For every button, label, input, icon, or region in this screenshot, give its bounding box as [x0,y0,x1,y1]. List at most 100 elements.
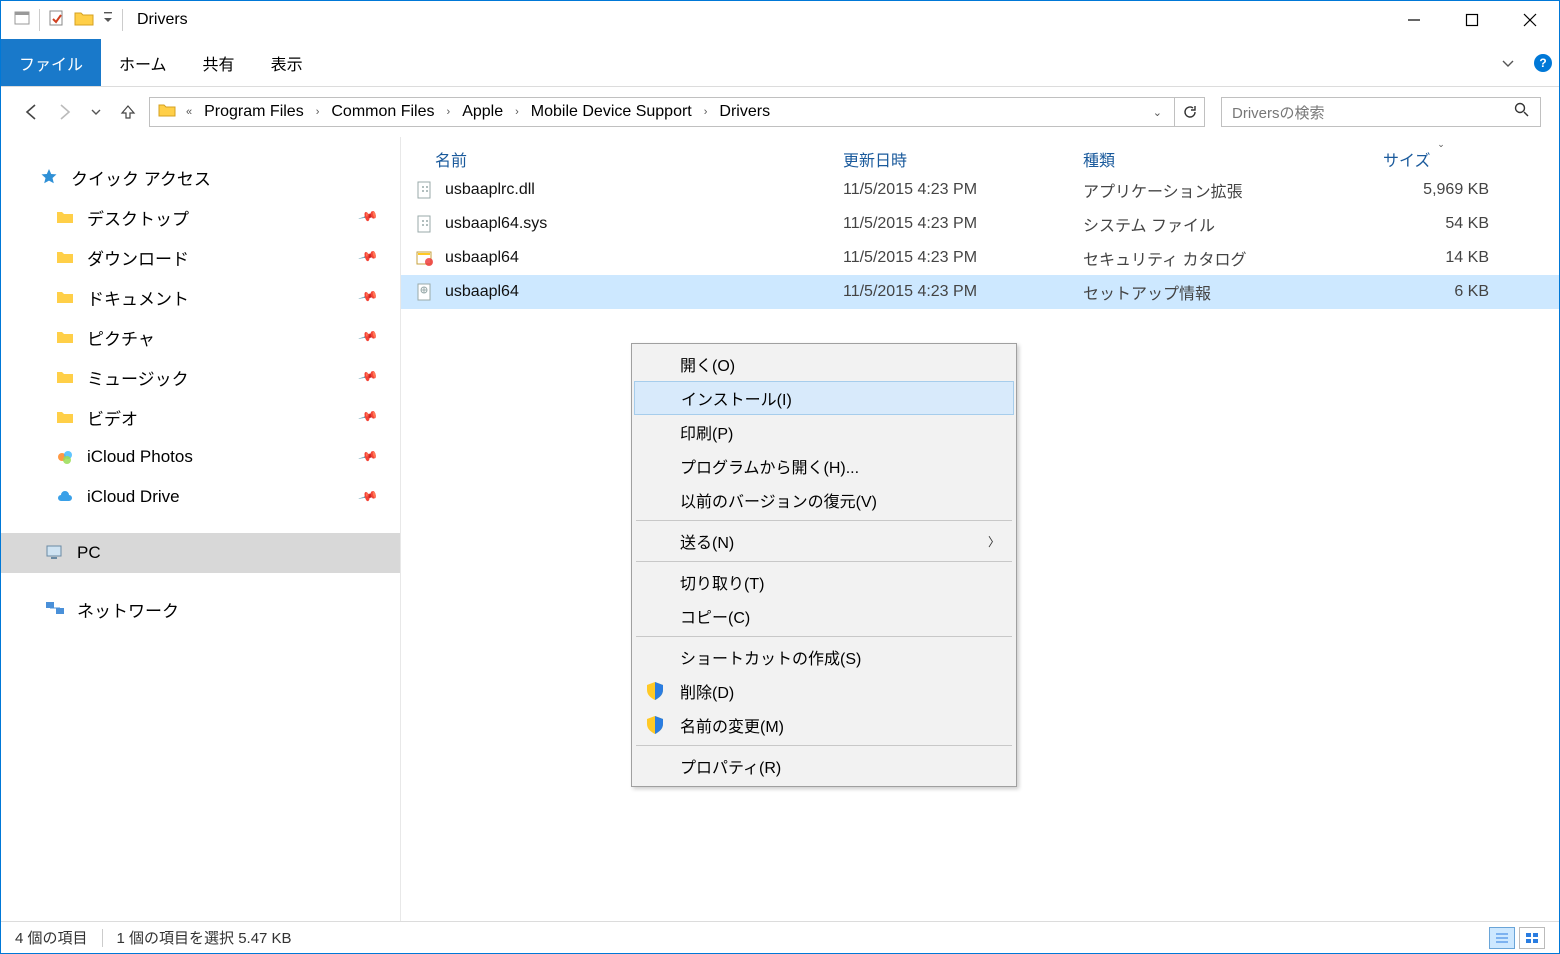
breadcrumb-item[interactable]: Common Files [325,103,440,121]
file-icon [415,180,435,200]
search-box[interactable]: Driversの検索 [1221,97,1541,127]
menu-item-open-with[interactable]: プログラムから開く(H)... [634,449,1014,483]
nav-item-downloads[interactable]: ダウンロード📌 [1,237,400,277]
star-icon [37,168,61,186]
qat-properties-icon[interactable] [48,9,66,31]
address-bar[interactable]: « Program Files › Common Files › Apple ›… [149,97,1175,127]
nav-item-videos[interactable]: ビデオ📌 [1,397,400,437]
address-folder-icon [158,102,176,122]
uac-shield-icon [644,714,666,736]
menu-item-install[interactable]: インストール(I) [634,381,1014,415]
menu-item-create-shortcut[interactable]: ショートカットの作成(S) [634,640,1014,674]
column-header-type[interactable]: 種類 [1071,147,1371,171]
file-row[interactable]: usbaapl64.sys11/5/2015 4:23 PMシステム ファイル5… [401,207,1559,241]
file-row[interactable]: usbaapl6411/5/2015 4:23 PMセキュリティ カタログ14 … [401,241,1559,275]
file-date: 11/5/2015 4:23 PM [831,215,1071,233]
file-size: 6 KB [1371,283,1511,301]
pin-icon: 📌 [357,366,379,388]
menu-item-print[interactable]: 印刷(P) [634,415,1014,449]
folder-icon [53,209,77,225]
close-button[interactable] [1501,1,1559,39]
address-dropdown-icon[interactable]: ⌄ [1145,106,1170,119]
chevron-right-icon[interactable]: › [511,106,523,118]
menu-item-rename[interactable]: 名前の変更(M) [634,708,1014,742]
chevron-right-icon[interactable]: « [182,106,196,118]
forward-button[interactable] [53,101,75,123]
status-selection: 1 個の項目を選択 5.47 KB [117,927,292,948]
breadcrumb-item[interactable]: Program Files [198,103,310,121]
minimize-button[interactable] [1385,1,1443,39]
nav-item-icloud-drive[interactable]: iCloud Drive 📌 [1,477,400,517]
search-placeholder: Driversの検索 [1232,102,1325,123]
pin-icon: 📌 [357,486,379,508]
menu-item-properties[interactable]: プロパティ(R) [634,749,1014,783]
file-row[interactable]: usbaaplrc.dll11/5/2015 4:23 PMアプリケーション拡張… [401,173,1559,207]
nav-item-pictures[interactable]: ピクチャ📌 [1,317,400,357]
chevron-right-icon[interactable]: › [312,106,324,118]
back-button[interactable] [21,101,43,123]
nav-label: クイック アクセス [71,165,211,190]
file-type: アプリケーション拡張 [1071,178,1371,202]
breadcrumb-item[interactable]: Apple [456,103,509,121]
view-details-button[interactable] [1489,927,1515,949]
menu-item-delete[interactable]: 削除(D) [634,674,1014,708]
help-button[interactable]: ? [1527,39,1559,86]
file-type: セットアップ情報 [1071,280,1371,304]
tab-share[interactable]: 共有 [185,39,253,86]
file-date: 11/5/2015 4:23 PM [831,181,1071,199]
nav-item-label: ピクチャ [87,325,155,350]
nav-item-label: デスクトップ [87,205,189,230]
pin-icon: 📌 [357,286,379,308]
menu-item-open[interactable]: 開く(O) [634,347,1014,381]
file-size: 14 KB [1371,249,1511,267]
breadcrumb-item[interactable]: Drivers [713,103,776,121]
chevron-right-icon[interactable]: › [700,106,712,118]
nav-item-network[interactable]: ネットワーク [1,589,400,629]
file-icon [415,282,435,302]
file-date: 11/5/2015 4:23 PM [831,283,1071,301]
view-thumbnails-button[interactable] [1519,927,1545,949]
qat-dropdown-icon[interactable] [102,9,114,31]
qat-folder-icon[interactable] [74,9,94,31]
chevron-right-icon[interactable]: › [443,106,455,118]
pc-icon [43,544,67,562]
menu-item-send-to[interactable]: 送る(N)〉 [634,524,1014,558]
menu-item-cut[interactable]: 切り取り(T) [634,565,1014,599]
system-menu-icon[interactable] [13,9,31,31]
pin-icon: 📌 [357,206,379,228]
nav-item-music[interactable]: ミュージック📌 [1,357,400,397]
up-button[interactable] [117,101,139,123]
nav-item-label: iCloud Drive [87,487,180,507]
uac-shield-icon [644,680,666,702]
menu-item-restore-previous[interactable]: 以前のバージョンの復元(V) [634,483,1014,517]
nav-quick-access[interactable]: クイック アクセス [1,157,400,197]
file-size: 54 KB [1371,215,1511,233]
file-name: usbaapl64 [445,249,519,267]
column-header-name[interactable]: 名前 [401,147,831,171]
column-header-size[interactable]: ⌄サイズ [1371,147,1511,171]
file-row[interactable]: usbaapl6411/5/2015 4:23 PMセットアップ情報6 KB [401,275,1559,309]
nav-item-icloud-photos[interactable]: iCloud Photos📌 [1,437,400,477]
pin-icon: 📌 [357,446,379,468]
file-date: 11/5/2015 4:23 PM [831,249,1071,267]
nav-item-pc[interactable]: PC [1,533,400,573]
submenu-arrow-icon: 〉 [988,533,1000,550]
nav-item-documents[interactable]: ドキュメント📌 [1,277,400,317]
pin-icon: 📌 [357,406,379,428]
menu-item-copy[interactable]: コピー(C) [634,599,1014,633]
recent-locations-button[interactable] [85,101,107,123]
nav-item-desktop[interactable]: デスクトップ 📌 [1,197,400,237]
file-name: usbaapl64.sys [445,215,547,233]
folder-icon [53,329,77,345]
breadcrumb-item[interactable]: Mobile Device Support [525,103,698,121]
tab-home[interactable]: ホーム [101,39,185,86]
maximize-button[interactable] [1443,1,1501,39]
column-header-date[interactable]: 更新日時 [831,147,1071,171]
tab-view[interactable]: 表示 [253,39,321,86]
file-size: 5,969 KB [1371,181,1511,199]
refresh-button[interactable] [1175,97,1205,127]
sort-indicator-icon: ⌄ [1437,139,1445,150]
tab-file[interactable]: ファイル [1,39,101,86]
ribbon-expand-icon[interactable] [1489,39,1527,86]
folder-icon [53,249,77,265]
